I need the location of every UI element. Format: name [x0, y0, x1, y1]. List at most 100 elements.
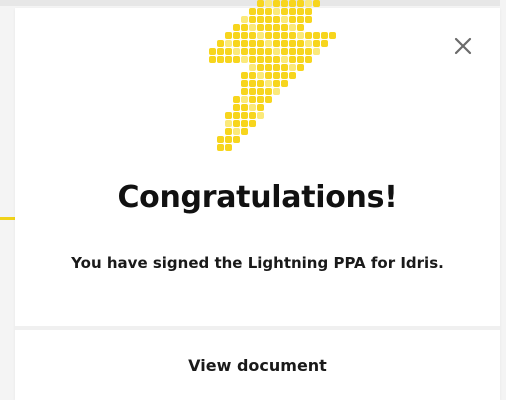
bolt-pixel [249, 72, 256, 79]
bolt-pixel [233, 120, 240, 127]
bolt-pixel [249, 8, 256, 15]
bolt-pixel [209, 48, 216, 55]
bolt-pixel [273, 8, 280, 15]
bolt-pixel [233, 56, 240, 63]
bolt-pixel [305, 40, 312, 47]
bolt-pixel [265, 0, 272, 7]
bolt-pixel [257, 24, 264, 31]
bolt-pixel [289, 56, 296, 63]
bolt-pixel [233, 104, 240, 111]
bolt-pixel [313, 40, 320, 47]
bolt-pixel [297, 56, 304, 63]
bolt-pixel [281, 48, 288, 55]
bolt-pixel [273, 72, 280, 79]
bolt-pixel [257, 32, 264, 39]
bolt-pixel [289, 64, 296, 71]
bolt-pixel [257, 72, 264, 79]
bolt-pixel [257, 8, 264, 15]
bolt-pixel [249, 40, 256, 47]
bolt-pixel [305, 32, 312, 39]
bolt-pixel [241, 56, 248, 63]
bolt-pixel [257, 104, 264, 111]
bolt-pixel [225, 48, 232, 55]
bolt-pixel [281, 72, 288, 79]
bolt-pixel [209, 56, 216, 63]
bolt-pixel [241, 104, 248, 111]
bolt-pixel [241, 40, 248, 47]
page-backdrop: Congratulations! You have signed the Lig… [0, 0, 506, 400]
bolt-pixel [225, 136, 232, 143]
modal-message: You have signed the Lightning PPA for Id… [71, 254, 444, 272]
bolt-pixel [321, 32, 328, 39]
bolt-pixel [273, 56, 280, 63]
bolt-pixel [273, 80, 280, 87]
bolt-pixel [233, 136, 240, 143]
bolt-pixel [305, 16, 312, 23]
bolt-pixel [297, 24, 304, 31]
bolt-pixel [217, 40, 224, 47]
bolt-pixel [249, 112, 256, 119]
bolt-pixel [265, 48, 272, 55]
bolt-pixel [321, 40, 328, 47]
bolt-pixel [305, 0, 312, 7]
success-modal: Congratulations! You have signed the Lig… [15, 0, 500, 400]
bolt-pixel [289, 8, 296, 15]
bolt-pixel [249, 104, 256, 111]
bolt-pixel [241, 80, 248, 87]
bolt-pixel [241, 128, 248, 135]
bolt-pixel [241, 72, 248, 79]
bolt-pixel [273, 48, 280, 55]
bolt-pixel [281, 64, 288, 71]
bolt-pixel [329, 32, 336, 39]
bolt-pixel [289, 0, 296, 7]
bolt-pixel [217, 144, 224, 151]
bolt-pixel [273, 16, 280, 23]
bolt-pixel [305, 48, 312, 55]
bolt-pixel [257, 88, 264, 95]
bolt-pixel [289, 40, 296, 47]
background-accent-line [0, 217, 16, 220]
bolt-pixel [241, 48, 248, 55]
bolt-pixel [265, 40, 272, 47]
bolt-pixel [257, 56, 264, 63]
lightning-bolt-icon [209, 0, 336, 151]
bolt-pixel [257, 64, 264, 71]
bolt-pixel [241, 120, 248, 127]
bolt-pixel [225, 40, 232, 47]
bolt-pixel [305, 8, 312, 15]
close-button[interactable] [452, 35, 474, 57]
bolt-pixel [289, 72, 296, 79]
view-document-button[interactable]: View document [15, 330, 500, 400]
bolt-pixel [297, 64, 304, 71]
bolt-pixel [233, 128, 240, 135]
bolt-pixel [217, 136, 224, 143]
bolt-pixel [257, 0, 264, 7]
bolt-pixel [265, 80, 272, 87]
bolt-pixel [265, 16, 272, 23]
bolt-pixel [225, 128, 232, 135]
bolt-pixel [273, 88, 280, 95]
bolt-pixel [241, 96, 248, 103]
bolt-pixel [241, 88, 248, 95]
bolt-pixel [225, 144, 232, 151]
bolt-pixel [249, 88, 256, 95]
bolt-pixel [273, 0, 280, 7]
bolt-pixel [265, 8, 272, 15]
close-icon [454, 37, 472, 55]
bolt-pixel [233, 48, 240, 55]
bolt-pixel [257, 40, 264, 47]
bolt-pixel [281, 24, 288, 31]
bolt-pixel [297, 32, 304, 39]
bolt-pixel [233, 40, 240, 47]
bolt-pixel [289, 48, 296, 55]
bolt-pixel [257, 16, 264, 23]
bolt-pixel [313, 48, 320, 55]
bolt-pixel [281, 40, 288, 47]
bolt-pixel [241, 24, 248, 31]
bolt-pixel [241, 16, 248, 23]
bolt-pixel [265, 64, 272, 71]
bolt-pixel [249, 32, 256, 39]
bolt-pixel [289, 24, 296, 31]
bolt-pixel [289, 32, 296, 39]
bolt-pixel [233, 24, 240, 31]
